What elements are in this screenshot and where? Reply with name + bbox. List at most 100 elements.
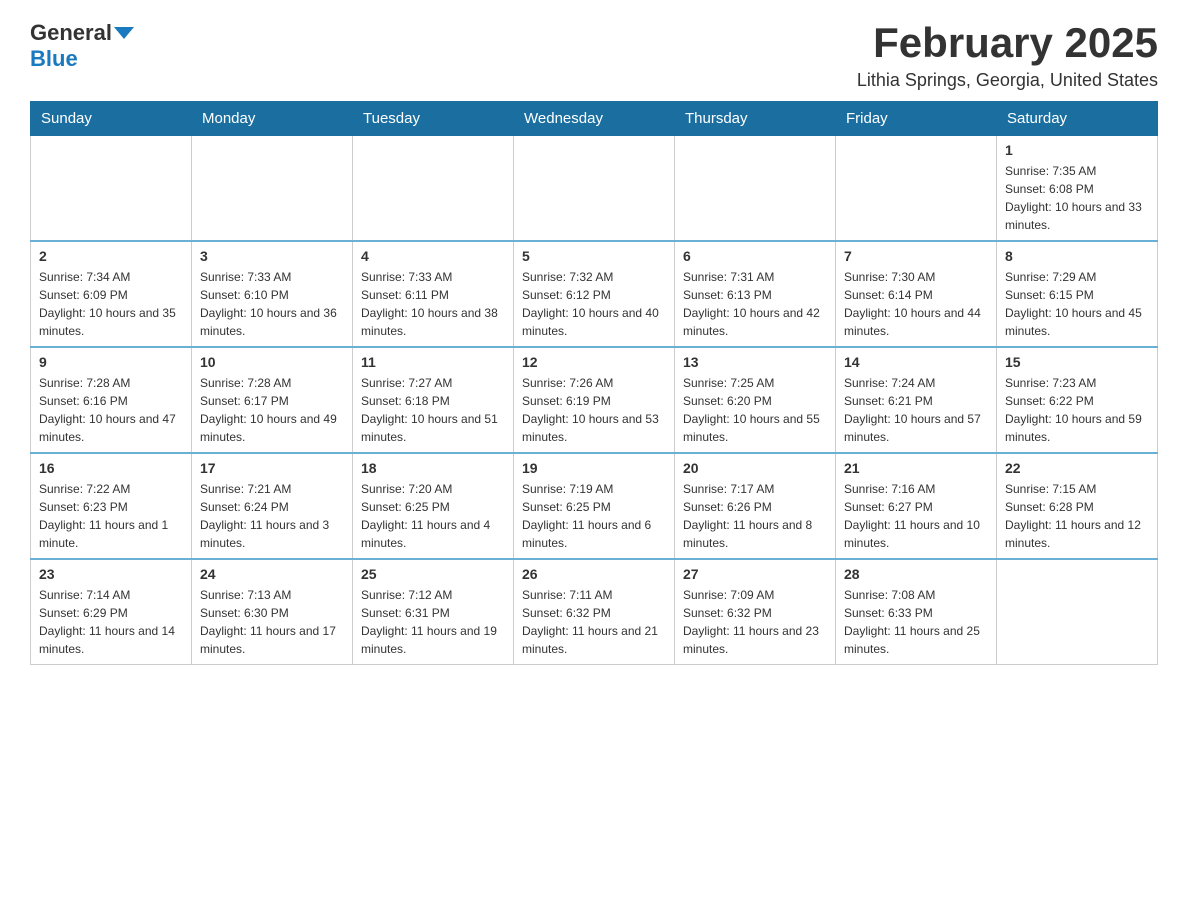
calendar-cell: 4 Sunrise: 7:33 AM Sunset: 6:11 PM Daylig…: [353, 241, 514, 347]
day-number: 9: [39, 354, 183, 370]
day-info: Sunrise: 7:12 AM Sunset: 6:31 PM Dayligh…: [361, 586, 505, 658]
day-info: Sunrise: 7:29 AM Sunset: 6:15 PM Dayligh…: [1005, 268, 1149, 340]
day-number: 27: [683, 566, 827, 582]
calendar-cell: [353, 136, 514, 242]
calendar-week-row: 2 Sunrise: 7:34 AM Sunset: 6:09 PM Daylig…: [31, 241, 1158, 347]
calendar-cell: [675, 136, 836, 242]
day-info: Sunrise: 7:09 AM Sunset: 6:32 PM Dayligh…: [683, 586, 827, 658]
calendar-cell: [192, 136, 353, 242]
day-number: 4: [361, 248, 505, 264]
calendar-cell: 19 Sunrise: 7:19 AM Sunset: 6:25 PM Dayli…: [514, 453, 675, 559]
day-info: Sunrise: 7:20 AM Sunset: 6:25 PM Dayligh…: [361, 480, 505, 552]
day-number: 12: [522, 354, 666, 370]
day-number: 23: [39, 566, 183, 582]
day-info: Sunrise: 7:26 AM Sunset: 6:19 PM Dayligh…: [522, 374, 666, 446]
calendar-cell: 20 Sunrise: 7:17 AM Sunset: 6:26 PM Dayli…: [675, 453, 836, 559]
calendar-cell: 18Sunrise: 7:20 AM Sunset: 6:25 PM Dayli…: [353, 453, 514, 559]
calendar-week-row: 16 Sunrise: 7:22 AM Sunset: 6:23 PM Dayli…: [31, 453, 1158, 559]
day-number: 10: [200, 354, 344, 370]
day-number: 16: [39, 460, 183, 476]
calendar-cell: 22 Sunrise: 7:15 AM Sunset: 6:28 PM Dayli…: [997, 453, 1158, 559]
day-number: 7: [844, 248, 988, 264]
calendar-header-tuesday: Tuesday: [353, 102, 514, 136]
calendar-cell: 27 Sunrise: 7:09 AM Sunset: 6:32 PM Dayli…: [675, 559, 836, 665]
day-info: Sunrise: 7:27 AM Sunset: 6:18 PM Dayligh…: [361, 374, 505, 446]
day-number: 3: [200, 248, 344, 264]
month-title: February 2025: [857, 20, 1158, 66]
calendar-header-thursday: Thursday: [675, 102, 836, 136]
day-info: Sunrise: 7:28 AM Sunset: 6:16 PM Dayligh…: [39, 374, 183, 446]
calendar-cell: 14Sunrise: 7:24 AM Sunset: 6:21 PM Dayli…: [836, 347, 997, 453]
calendar-header-sunday: Sunday: [31, 102, 192, 136]
day-info: Sunrise: 7:22 AM Sunset: 6:23 PM Dayligh…: [39, 480, 183, 552]
calendar-cell: [836, 136, 997, 242]
calendar-cell: 21 Sunrise: 7:16 AM Sunset: 6:27 PM Dayli…: [836, 453, 997, 559]
day-info: Sunrise: 7:32 AM Sunset: 6:12 PM Dayligh…: [522, 268, 666, 340]
day-number: 25: [361, 566, 505, 582]
calendar-week-row: 9 Sunrise: 7:28 AM Sunset: 6:16 PM Daylig…: [31, 347, 1158, 453]
day-info: Sunrise: 7:15 AM Sunset: 6:28 PM Dayligh…: [1005, 480, 1149, 552]
location-title: Lithia Springs, Georgia, United States: [857, 70, 1158, 91]
day-info: Sunrise: 7:21 AM Sunset: 6:24 PM Dayligh…: [200, 480, 344, 552]
day-number: 17: [200, 460, 344, 476]
day-number: 1: [1005, 142, 1149, 158]
calendar-cell: [514, 136, 675, 242]
day-number: 19: [522, 460, 666, 476]
day-info: Sunrise: 7:24 AM Sunset: 6:21 PM Dayligh…: [844, 374, 988, 446]
calendar-cell: 28 Sunrise: 7:08 AM Sunset: 6:33 PM Dayli…: [836, 559, 997, 665]
calendar-cell: [997, 559, 1158, 665]
day-info: Sunrise: 7:33 AM Sunset: 6:11 PM Dayligh…: [361, 268, 505, 340]
calendar-header-monday: Monday: [192, 102, 353, 136]
day-info: Sunrise: 7:25 AM Sunset: 6:20 PM Dayligh…: [683, 374, 827, 446]
calendar-cell: 8 Sunrise: 7:29 AM Sunset: 6:15 PM Daylig…: [997, 241, 1158, 347]
day-number: 26: [522, 566, 666, 582]
day-info: Sunrise: 7:34 AM Sunset: 6:09 PM Dayligh…: [39, 268, 183, 340]
calendar-cell: 1Sunrise: 7:35 AM Sunset: 6:08 PM Daylig…: [997, 136, 1158, 242]
day-info: Sunrise: 7:08 AM Sunset: 6:33 PM Dayligh…: [844, 586, 988, 658]
calendar-cell: 23 Sunrise: 7:14 AM Sunset: 6:29 PM Dayli…: [31, 559, 192, 665]
calendar-cell: 17 Sunrise: 7:21 AM Sunset: 6:24 PM Dayli…: [192, 453, 353, 559]
day-info: Sunrise: 7:14 AM Sunset: 6:29 PM Dayligh…: [39, 586, 183, 658]
calendar-cell: 2 Sunrise: 7:34 AM Sunset: 6:09 PM Daylig…: [31, 241, 192, 347]
calendar-cell: 13 Sunrise: 7:25 AM Sunset: 6:20 PM Dayli…: [675, 347, 836, 453]
day-number: 15: [1005, 354, 1149, 370]
calendar-cell: 15 Sunrise: 7:23 AM Sunset: 6:22 PM Dayli…: [997, 347, 1158, 453]
calendar-cell: 7 Sunrise: 7:30 AM Sunset: 6:14 PM Daylig…: [836, 241, 997, 347]
calendar-cell: 6 Sunrise: 7:31 AM Sunset: 6:13 PM Daylig…: [675, 241, 836, 347]
day-number: 22: [1005, 460, 1149, 476]
day-number: 8: [1005, 248, 1149, 264]
day-number: 24: [200, 566, 344, 582]
calendar-cell: 5Sunrise: 7:32 AM Sunset: 6:12 PM Daylig…: [514, 241, 675, 347]
day-info: Sunrise: 7:28 AM Sunset: 6:17 PM Dayligh…: [200, 374, 344, 446]
day-info: Sunrise: 7:23 AM Sunset: 6:22 PM Dayligh…: [1005, 374, 1149, 446]
calendar-cell: 25 Sunrise: 7:12 AM Sunset: 6:31 PM Dayli…: [353, 559, 514, 665]
calendar-cell: 9 Sunrise: 7:28 AM Sunset: 6:16 PM Daylig…: [31, 347, 192, 453]
day-info: Sunrise: 7:17 AM Sunset: 6:26 PM Dayligh…: [683, 480, 827, 552]
calendar-cell: 11 Sunrise: 7:27 AM Sunset: 6:18 PM Dayli…: [353, 347, 514, 453]
calendar-cell: 12 Sunrise: 7:26 AM Sunset: 6:19 PM Dayli…: [514, 347, 675, 453]
title-block: February 2025 Lithia Springs, Georgia, U…: [857, 20, 1158, 91]
day-number: 2: [39, 248, 183, 264]
calendar-cell: 3Sunrise: 7:33 AM Sunset: 6:10 PM Daylig…: [192, 241, 353, 347]
day-number: 28: [844, 566, 988, 582]
calendar-week-row: 23 Sunrise: 7:14 AM Sunset: 6:29 PM Dayli…: [31, 559, 1158, 665]
day-info: Sunrise: 7:31 AM Sunset: 6:13 PM Dayligh…: [683, 268, 827, 340]
day-info: Sunrise: 7:19 AM Sunset: 6:25 PM Dayligh…: [522, 480, 666, 552]
calendar-table: SundayMondayTuesdayWednesdayThursdayFrid…: [30, 101, 1158, 665]
day-number: 6: [683, 248, 827, 264]
calendar-header-row: SundayMondayTuesdayWednesdayThursdayFrid…: [31, 102, 1158, 136]
day-info: Sunrise: 7:30 AM Sunset: 6:14 PM Dayligh…: [844, 268, 988, 340]
calendar-cell: 26 Sunrise: 7:11 AM Sunset: 6:32 PM Dayli…: [514, 559, 675, 665]
day-number: 20: [683, 460, 827, 476]
day-info: Sunrise: 7:13 AM Sunset: 6:30 PM Dayligh…: [200, 586, 344, 658]
logo-text-black: General: [30, 20, 112, 46]
logo: General Blue: [30, 20, 134, 72]
day-info: Sunrise: 7:11 AM Sunset: 6:32 PM Dayligh…: [522, 586, 666, 658]
logo-arrow-icon: [114, 27, 134, 39]
day-number: 13: [683, 354, 827, 370]
calendar-cell: 24 Sunrise: 7:13 AM Sunset: 6:30 PM Dayli…: [192, 559, 353, 665]
day-number: 11: [361, 354, 505, 370]
day-info: Sunrise: 7:16 AM Sunset: 6:27 PM Dayligh…: [844, 480, 988, 552]
logo-text-blue: Blue: [30, 46, 78, 71]
day-number: 21: [844, 460, 988, 476]
